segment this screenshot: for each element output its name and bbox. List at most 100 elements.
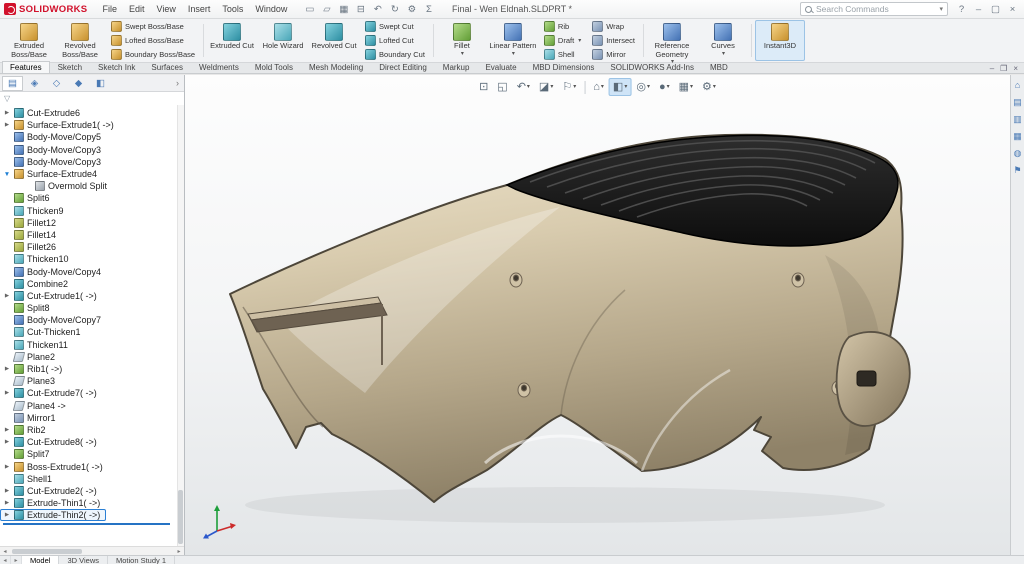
ribbon-button-mirror[interactable]: Mirror xyxy=(587,48,640,61)
scroll-left-icon[interactable]: ◂ xyxy=(0,548,10,555)
tree-item-body-move-copy5[interactable]: Body-Move/Copy5 xyxy=(0,131,184,143)
solidworks-resources-icon[interactable]: ⌂ xyxy=(1015,80,1020,90)
tree-item-overmold-split[interactable]: Overmold Split xyxy=(0,180,184,192)
scrollbar-thumb[interactable] xyxy=(178,490,183,544)
menu-window[interactable]: Window xyxy=(249,2,293,16)
annotation-views-icon[interactable]: ⚐▾ xyxy=(558,78,580,96)
expand-arrow-icon[interactable]: ▶ xyxy=(3,122,11,128)
scrollbar-thumb[interactable] xyxy=(12,549,82,554)
tree-item-split6[interactable]: Split6 xyxy=(0,192,184,204)
ribbon-button-linear-pattern[interactable]: Linear Pattern▾ xyxy=(488,20,538,61)
tabs-scroll-left-icon[interactable]: ◂ xyxy=(0,556,11,564)
tab-solidworks-add-ins[interactable]: SOLIDWORKS Add-Ins xyxy=(602,61,702,73)
undo-icon[interactable]: ↶ xyxy=(370,2,385,16)
tree-item-thicken10[interactable]: Thicken10 xyxy=(0,253,184,265)
tab-motion-study-1[interactable]: Motion Study 1 xyxy=(108,556,175,564)
rollback-bar[interactable] xyxy=(3,523,170,525)
tree-item-cut-extrude6[interactable]: ▶Cut-Extrude6 xyxy=(0,107,184,119)
expand-arrow-icon[interactable]: ▶ xyxy=(3,488,11,494)
menu-insert[interactable]: Insert xyxy=(182,2,217,16)
tree-item-surface-extrude1[interactable]: ▶Surface-Extrude1( ->) xyxy=(0,119,184,131)
ribbon-button-lofted-cut[interactable]: Lofted Cut xyxy=(360,34,430,47)
ribbon-button-curves[interactable]: Curves▾ xyxy=(698,20,748,61)
tree-item-mirror1[interactable]: Mirror1 xyxy=(0,412,184,424)
open-document-icon[interactable]: ▱ xyxy=(319,2,334,16)
tree-item-cut-thicken1[interactable]: Cut-Thicken1 xyxy=(0,326,184,338)
tree-item-split7[interactable]: Split7 xyxy=(0,448,184,460)
expand-arrow-icon[interactable]: ▶ xyxy=(3,427,11,433)
tree-item-rib2[interactable]: ▶Rib2 xyxy=(0,424,184,436)
ribbon-button-draft[interactable]: Draft▾ xyxy=(539,34,586,47)
equations-icon[interactable]: Σ xyxy=(421,2,436,16)
ribbon-button-swept-cut[interactable]: Swept Cut xyxy=(360,20,430,33)
tree-item-thicken11[interactable]: Thicken11 xyxy=(0,339,184,351)
tree-item-body-move-copy3[interactable]: Body-Move/Copy3 xyxy=(0,144,184,156)
tree-item-body-move-copy7[interactable]: Body-Move/Copy7 xyxy=(0,314,184,326)
tree-vertical-scrollbar[interactable] xyxy=(177,105,184,546)
tab-3d-views[interactable]: 3D Views xyxy=(59,556,108,564)
propertymanager-tab[interactable]: ◈ xyxy=(24,76,45,91)
ribbon-button-extruded-cut[interactable]: Extruded Cut xyxy=(207,20,257,61)
scroll-right-icon[interactable]: ▸ xyxy=(174,548,184,555)
tree-item-rib1[interactable]: ▶Rib1( ->) xyxy=(0,363,184,375)
design-library-icon[interactable]: ▤ xyxy=(1013,97,1022,107)
tree-item-fillet14[interactable]: Fillet14 xyxy=(0,229,184,241)
tree-item-body-move-copy3[interactable]: Body-Move/Copy3 xyxy=(0,156,184,168)
tab-weldments[interactable]: Weldments xyxy=(191,61,247,73)
ribbon-button-extruded-boss-base[interactable]: Extruded Boss/Base xyxy=(4,20,54,61)
filter-icon[interactable]: ▽ xyxy=(4,94,10,103)
display-style-icon[interactable]: ◧▾ xyxy=(609,78,631,96)
expand-arrow-icon[interactable]: ▶ xyxy=(3,110,11,116)
tree-item-extrude-thin2[interactable]: ▶Extrude-Thin2( ->) xyxy=(0,509,106,521)
options-icon[interactable]: ⚙ xyxy=(404,2,419,16)
ribbon-button-hole-wizard[interactable]: Hole Wizard xyxy=(258,20,308,61)
tab-mold-tools[interactable]: Mold Tools xyxy=(247,61,301,73)
ribbon-button-wrap[interactable]: Wrap xyxy=(587,20,640,33)
ribbon-button-lofted-boss-base[interactable]: Lofted Boss/Base xyxy=(106,34,200,47)
tree-item-cut-extrude1[interactable]: ▶Cut-Extrude1( ->) xyxy=(0,290,184,302)
graphics-viewport[interactable]: ⊡◱↶▾◪▾⚐▾⌂▾◧▾◎▾●▾▦▾⚙▾ xyxy=(185,75,1010,555)
apply-scene-icon[interactable]: ▦▾ xyxy=(675,78,697,96)
menu-file[interactable]: File xyxy=(96,2,123,16)
displaymanager-tab[interactable]: ◧ xyxy=(90,76,111,91)
tab-sketch[interactable]: Sketch xyxy=(50,61,90,73)
shoe-sole-model[interactable] xyxy=(185,75,1010,555)
tree-item-cut-extrude8[interactable]: ▶Cut-Extrude8( ->) xyxy=(0,436,184,448)
expand-arrow-icon[interactable]: ▶ xyxy=(3,293,11,299)
save-icon[interactable]: ▦ xyxy=(336,2,351,16)
tree-item-cut-extrude2[interactable]: ▶Cut-Extrude2( ->) xyxy=(0,485,184,497)
dimxpertmanager-tab[interactable]: ◆ xyxy=(68,76,89,91)
tree-item-fillet26[interactable]: Fillet26 xyxy=(0,241,184,253)
tree-item-fillet12[interactable]: Fillet12 xyxy=(0,217,184,229)
tree-item-split8[interactable]: Split8 xyxy=(0,302,184,314)
expand-arrow-icon[interactable]: ▶ xyxy=(3,500,11,506)
view-settings-icon[interactable]: ⚙▾ xyxy=(698,78,720,96)
hide-show-items-icon[interactable]: ◎▾ xyxy=(632,78,654,96)
search-box[interactable]: ▾ xyxy=(800,2,948,16)
expand-arrow-icon[interactable]: ▶ xyxy=(3,512,11,518)
ribbon-button-intersect[interactable]: Intersect xyxy=(587,34,640,47)
ribbon-button-revolved-boss-base[interactable]: Revolved Boss/Base xyxy=(55,20,105,61)
section-view-icon[interactable]: ◪▾ xyxy=(535,78,557,96)
close-icon[interactable]: × xyxy=(1005,2,1020,16)
tree-item-plane4[interactable]: Plane4 -> xyxy=(0,400,184,412)
help-icon[interactable]: ? xyxy=(954,2,969,16)
ribbon-button-boundary-cut[interactable]: Boundary Cut xyxy=(360,48,430,61)
tab-features[interactable]: Features xyxy=(2,61,50,73)
previous-view-icon[interactable]: ↶▾ xyxy=(513,78,534,96)
ribbon-button-reference-geometry[interactable]: Reference Geometry▾ xyxy=(647,20,697,61)
tab-model[interactable]: Model xyxy=(22,556,59,564)
ribbon-button-rib[interactable]: Rib xyxy=(539,20,586,33)
tab-mbd[interactable]: MBD xyxy=(702,61,736,73)
featuremanager-tab[interactable]: ▤ xyxy=(2,76,23,91)
tab-evaluate[interactable]: Evaluate xyxy=(477,61,524,73)
configurationmanager-tab[interactable]: ◇ xyxy=(46,76,67,91)
zoom-fit-icon[interactable]: ⊡ xyxy=(475,78,492,96)
maximize-icon[interactable]: ▢ xyxy=(988,2,1003,16)
tab-sketch-ink[interactable]: Sketch Ink xyxy=(90,61,143,73)
menu-edit[interactable]: Edit xyxy=(123,2,151,16)
tree-item-combine2[interactable]: Combine2 xyxy=(0,278,184,290)
edit-appearance-icon[interactable]: ●▾ xyxy=(655,78,674,96)
ribbon-button-fillet[interactable]: Fillet▾ xyxy=(437,20,487,61)
expanded-arrow-icon[interactable]: ▼ xyxy=(3,171,11,178)
